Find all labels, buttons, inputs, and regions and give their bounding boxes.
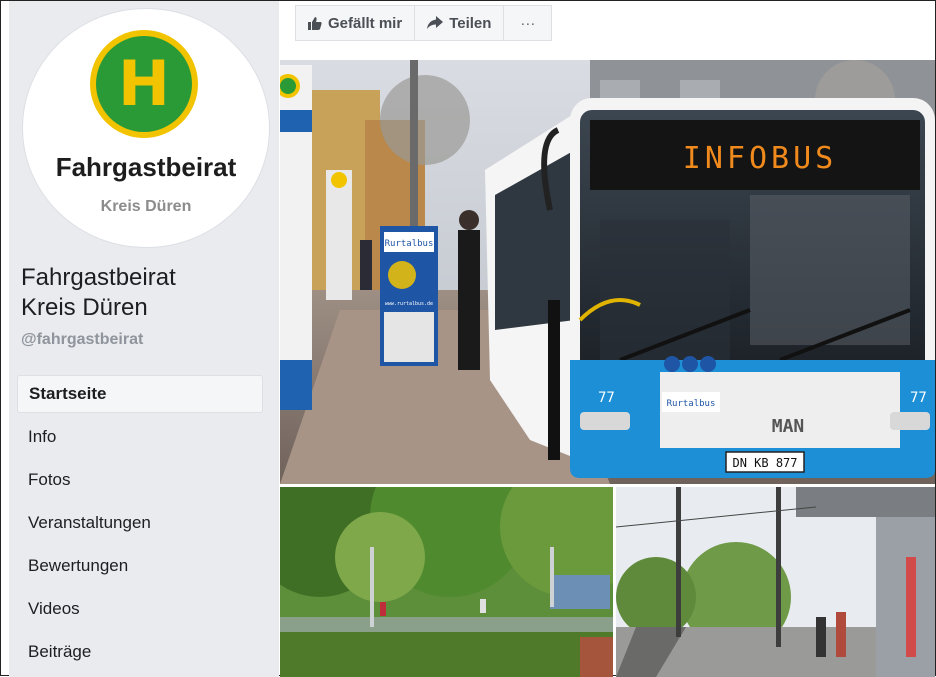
page-action-bar: Gefällt mir Teilen ··· <box>295 5 553 41</box>
banner-logo: Rurtalbus <box>385 239 434 249</box>
cover-photo[interactable]: Rurtalbus www.rurtalbus.de INFOBUS 77 77… <box>280 60 935 484</box>
banner-url: www.rurtalbus.de <box>385 301 433 307</box>
fleet-number-right: 77 <box>910 390 927 406</box>
like-button[interactable]: Gefällt mir <box>295 5 416 41</box>
bus-brand: MAN <box>772 416 805 437</box>
page-title-line2[interactable]: Kreis Düren <box>21 293 271 323</box>
logo-subtitle: Kreis Düren <box>100 198 192 215</box>
share-label: Teilen <box>449 14 492 32</box>
like-label: Gefällt mir <box>328 14 403 32</box>
photo-thumbnail-station[interactable] <box>616 487 935 677</box>
destination-sign: INFOBUS <box>683 141 837 176</box>
nav-item-beitraege[interactable]: Beiträge <box>17 633 263 671</box>
license-plate: DN KB 877 <box>732 456 797 470</box>
nav-item-videos[interactable]: Videos <box>17 590 263 628</box>
operator-logo: Rurtalbus <box>667 399 716 409</box>
fleet-number-left: 77 <box>598 390 615 406</box>
nav-item-info[interactable]: Info <box>17 418 263 456</box>
park-photo <box>280 487 613 677</box>
sidebar: H Fahrgastbeirat Kreis Düren Fahrgastbei… <box>9 1 279 677</box>
photo-thumbnail-park[interactable] <box>280 487 613 677</box>
nav-item-bewertungen[interactable]: Bewertungen <box>17 547 263 585</box>
page-title[interactable]: Fahrgastbeirat Kreis Düren <box>21 263 271 323</box>
logo-letter: H <box>118 47 170 120</box>
share-button[interactable]: Teilen <box>415 5 505 41</box>
page-handle[interactable]: @fahrgastbeirat <box>21 331 143 349</box>
nav-item-veranstaltungen[interactable]: Veranstaltungen <box>17 504 263 542</box>
page-title-line1[interactable]: Fahrgastbeirat <box>21 263 271 293</box>
bus-photo: Rurtalbus www.rurtalbus.de INFOBUS 77 77… <box>280 60 935 484</box>
thumbs-up-icon <box>308 17 322 30</box>
more-options-button[interactable]: ··· <box>504 5 553 41</box>
logo-name: Fahrgastbeirat <box>55 152 237 182</box>
profile-picture[interactable]: H Fahrgastbeirat Kreis Düren <box>23 9 269 247</box>
nav-item-startseite[interactable]: Startseite <box>17 375 263 413</box>
page-nav: Startseite Info Fotos Veranstaltungen Be… <box>17 375 263 676</box>
share-arrow-icon <box>427 16 444 29</box>
station-photo <box>616 487 935 677</box>
bus-stop-logo-icon: H <box>90 30 198 138</box>
nav-item-fotos[interactable]: Fotos <box>17 461 263 499</box>
